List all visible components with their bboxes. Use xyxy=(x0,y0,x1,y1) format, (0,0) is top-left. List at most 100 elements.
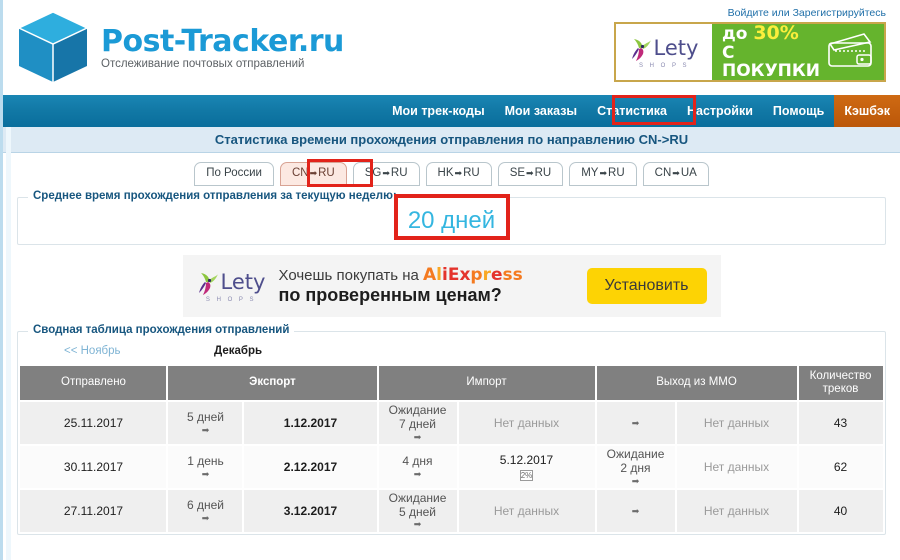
lety-brand-sub: S H O P S xyxy=(638,62,690,69)
cell-transit-import: Ожидание 7 дней ➡ xyxy=(378,402,457,444)
ad-lety-logo: Lety S H O P S xyxy=(197,270,273,303)
tab-label: По России xyxy=(206,167,262,180)
arrow-down-icon: ➡ xyxy=(201,512,210,523)
transit-label-a: Ожидание xyxy=(388,403,447,417)
tab-label-right: UA xyxy=(680,167,697,180)
table-row[interactable]: 30.11.2017 1 день ➡ 2.12.2017 4 дня ➡ 5.… xyxy=(20,445,883,488)
ad-line1-pre: Хочешь покупать на xyxy=(278,266,423,284)
site-logo[interactable]: Post-Tracker.ru Отслеживание почтовых от… xyxy=(17,10,344,86)
tab-label-left: HK xyxy=(437,167,454,180)
th-export: Экспорт xyxy=(168,366,377,400)
hummingbird-icon xyxy=(631,38,651,61)
banner-line2: С ПОКУПКИ xyxy=(722,42,821,82)
ad-lety-brand-text: Lety xyxy=(220,270,266,294)
lety-top-banner[interactable]: Lety S H O P S до 30% С ПОКУПКИ xyxy=(614,22,886,82)
cell-export-date: 3.12.2017 xyxy=(244,489,377,532)
th-sent: Отправлено xyxy=(20,366,167,400)
nav-item-help[interactable]: Помощь xyxy=(763,95,834,127)
arrow-down-icon: ➡ xyxy=(413,431,422,442)
banner-percent: 30% xyxy=(753,22,799,44)
ad-line2: по проверенным ценам? xyxy=(278,285,502,306)
table-body: 25.11.2017 5 дней ➡ 1.12.2017 Ожидание 7… xyxy=(20,402,883,532)
table-row[interactable]: 25.11.2017 5 дней ➡ 1.12.2017 Ожидание 7… xyxy=(20,402,883,444)
cell-track-count: 40 xyxy=(798,489,883,532)
arrow-down-icon: ➡ xyxy=(631,505,640,516)
nav-item-settings[interactable]: Настройки xyxy=(677,95,763,127)
auth-separator: или xyxy=(768,7,793,19)
transit-label: 1 день xyxy=(187,453,224,468)
transit-label: 5 дней xyxy=(186,409,224,424)
current-month-label: Декабрь xyxy=(214,345,263,357)
average-time-panel: Среднее время прохождения отправления за… xyxy=(17,190,886,245)
import-value: Нет данных xyxy=(493,503,560,518)
nav-item-statistics[interactable]: Статистика xyxy=(587,95,677,127)
import-value: Нет данных xyxy=(493,415,560,430)
nav-item-my-orders[interactable]: Мои заказы xyxy=(495,95,587,127)
average-time-value: 20 дней xyxy=(407,207,496,234)
cell-track-count: 43 xyxy=(798,402,883,444)
transit-label-a: Ожидание xyxy=(606,446,665,461)
cell-transit-mmo: ➡ xyxy=(596,489,675,532)
tab-cn-ua[interactable]: CN➡UA xyxy=(642,162,709,186)
tab-po-rossii[interactable]: По России xyxy=(194,162,274,186)
tab-label-right: RU xyxy=(390,167,408,180)
tab-label-right: RU xyxy=(463,167,480,180)
tab-label-left: MY xyxy=(581,167,599,180)
site-header: Post-Tracker.ru Отслеживание почтовых от… xyxy=(3,0,900,95)
cell-sent-date: 27.11.2017 xyxy=(20,489,167,532)
cell-sent-date: 30.11.2017 xyxy=(20,445,167,488)
th-import: Импорт xyxy=(378,366,595,400)
transit-label-b: 5 дней xyxy=(398,504,436,519)
main-navigation: Мои трек-коды Мои заказы Статистика Наст… xyxy=(3,95,900,127)
arrow-right-icon: ➡ xyxy=(599,167,608,178)
tab-label-left: CN xyxy=(654,167,672,180)
arrow-right-icon: ➡ xyxy=(454,167,463,178)
arrow-down-icon: ➡ xyxy=(631,475,640,486)
th-mmo-exit: Выход из ММО xyxy=(596,366,797,400)
nav-item-my-track-codes[interactable]: Мои трек-коды xyxy=(382,95,495,127)
cell-mmo-exit: Нет данных xyxy=(676,489,797,532)
arrow-down-icon: ➡ xyxy=(413,468,422,479)
cell-track-count: 62 xyxy=(798,445,883,488)
letyshops-ad-banner[interactable]: Lety S H O P S Хочешь покупать на AliExp… xyxy=(182,255,721,317)
nav-item-cashback[interactable]: Кэшбэк xyxy=(834,95,900,127)
tab-label-right: RU xyxy=(534,167,552,180)
cell-mmo-exit: Нет данных xyxy=(676,402,797,444)
login-link[interactable]: Войдите xyxy=(728,7,769,19)
register-link[interactable]: Зарегистрируйтесь xyxy=(793,7,886,19)
aliexpress-brand: AliExpress xyxy=(423,264,523,285)
prev-month-link[interactable]: << Ноябрь xyxy=(64,345,214,357)
tab-cn-ru[interactable]: CN➡RU xyxy=(279,162,347,186)
auth-links: Войдите или Зарегистрируйтесь xyxy=(728,7,886,19)
summary-table-panel: Сводная таблица прохождения отправлений … xyxy=(17,324,886,535)
lety-banner-text: до 30% С ПОКУПКИ xyxy=(712,22,824,82)
transit-label-b: 2 дня xyxy=(620,460,651,475)
transit-label-b: 7 дней xyxy=(398,416,436,431)
summary-table: Отправлено Экспорт Импорт Выход из ММО К… xyxy=(18,364,884,534)
tab-my-ru[interactable]: MY➡RU xyxy=(569,162,637,186)
transit-label-a: 4 дня xyxy=(402,453,433,468)
page-title-bar: Статистика времени прохождения отправлен… xyxy=(3,127,900,153)
page-frame: Post-Tracker.ru Отслеживание почтовых от… xyxy=(0,0,900,560)
page-title: Статистика времени прохождения отправлен… xyxy=(214,132,689,147)
transit-label: 6 дней xyxy=(186,497,224,512)
cell-transit-mmo: Ожидание 2 дня ➡ xyxy=(596,445,675,488)
table-row[interactable]: 27.11.2017 6 дней ➡ 3.12.2017 Ожидание 5… xyxy=(20,489,883,532)
cell-export-date: 1.12.2017 xyxy=(244,402,377,444)
tab-se-ru[interactable]: SE➡RU xyxy=(497,162,564,186)
wallet-icon xyxy=(824,30,884,75)
logo-subtitle: Отслеживание почтовых отправлений xyxy=(101,58,305,71)
month-navigation: << Ноябрь Декабрь xyxy=(18,340,885,362)
lety-banner-logo: Lety S H O P S xyxy=(616,24,712,80)
import-progress-bar: 2% xyxy=(519,469,534,481)
tab-hk-ru[interactable]: HK➡RU xyxy=(425,162,492,186)
cell-transit-export: 5 дней ➡ xyxy=(168,402,243,444)
install-button[interactable]: Установить xyxy=(586,268,707,304)
arrow-down-icon: ➡ xyxy=(201,424,210,435)
arrow-right-icon: ➡ xyxy=(672,167,680,178)
cell-import: 5.12.2017 2% xyxy=(458,445,595,488)
tab-sg-ru[interactable]: SG➡RU xyxy=(352,162,420,186)
tab-label-right: RU xyxy=(318,167,335,180)
tab-label-right: RU xyxy=(608,167,625,180)
arrow-right-icon: ➡ xyxy=(526,167,534,178)
